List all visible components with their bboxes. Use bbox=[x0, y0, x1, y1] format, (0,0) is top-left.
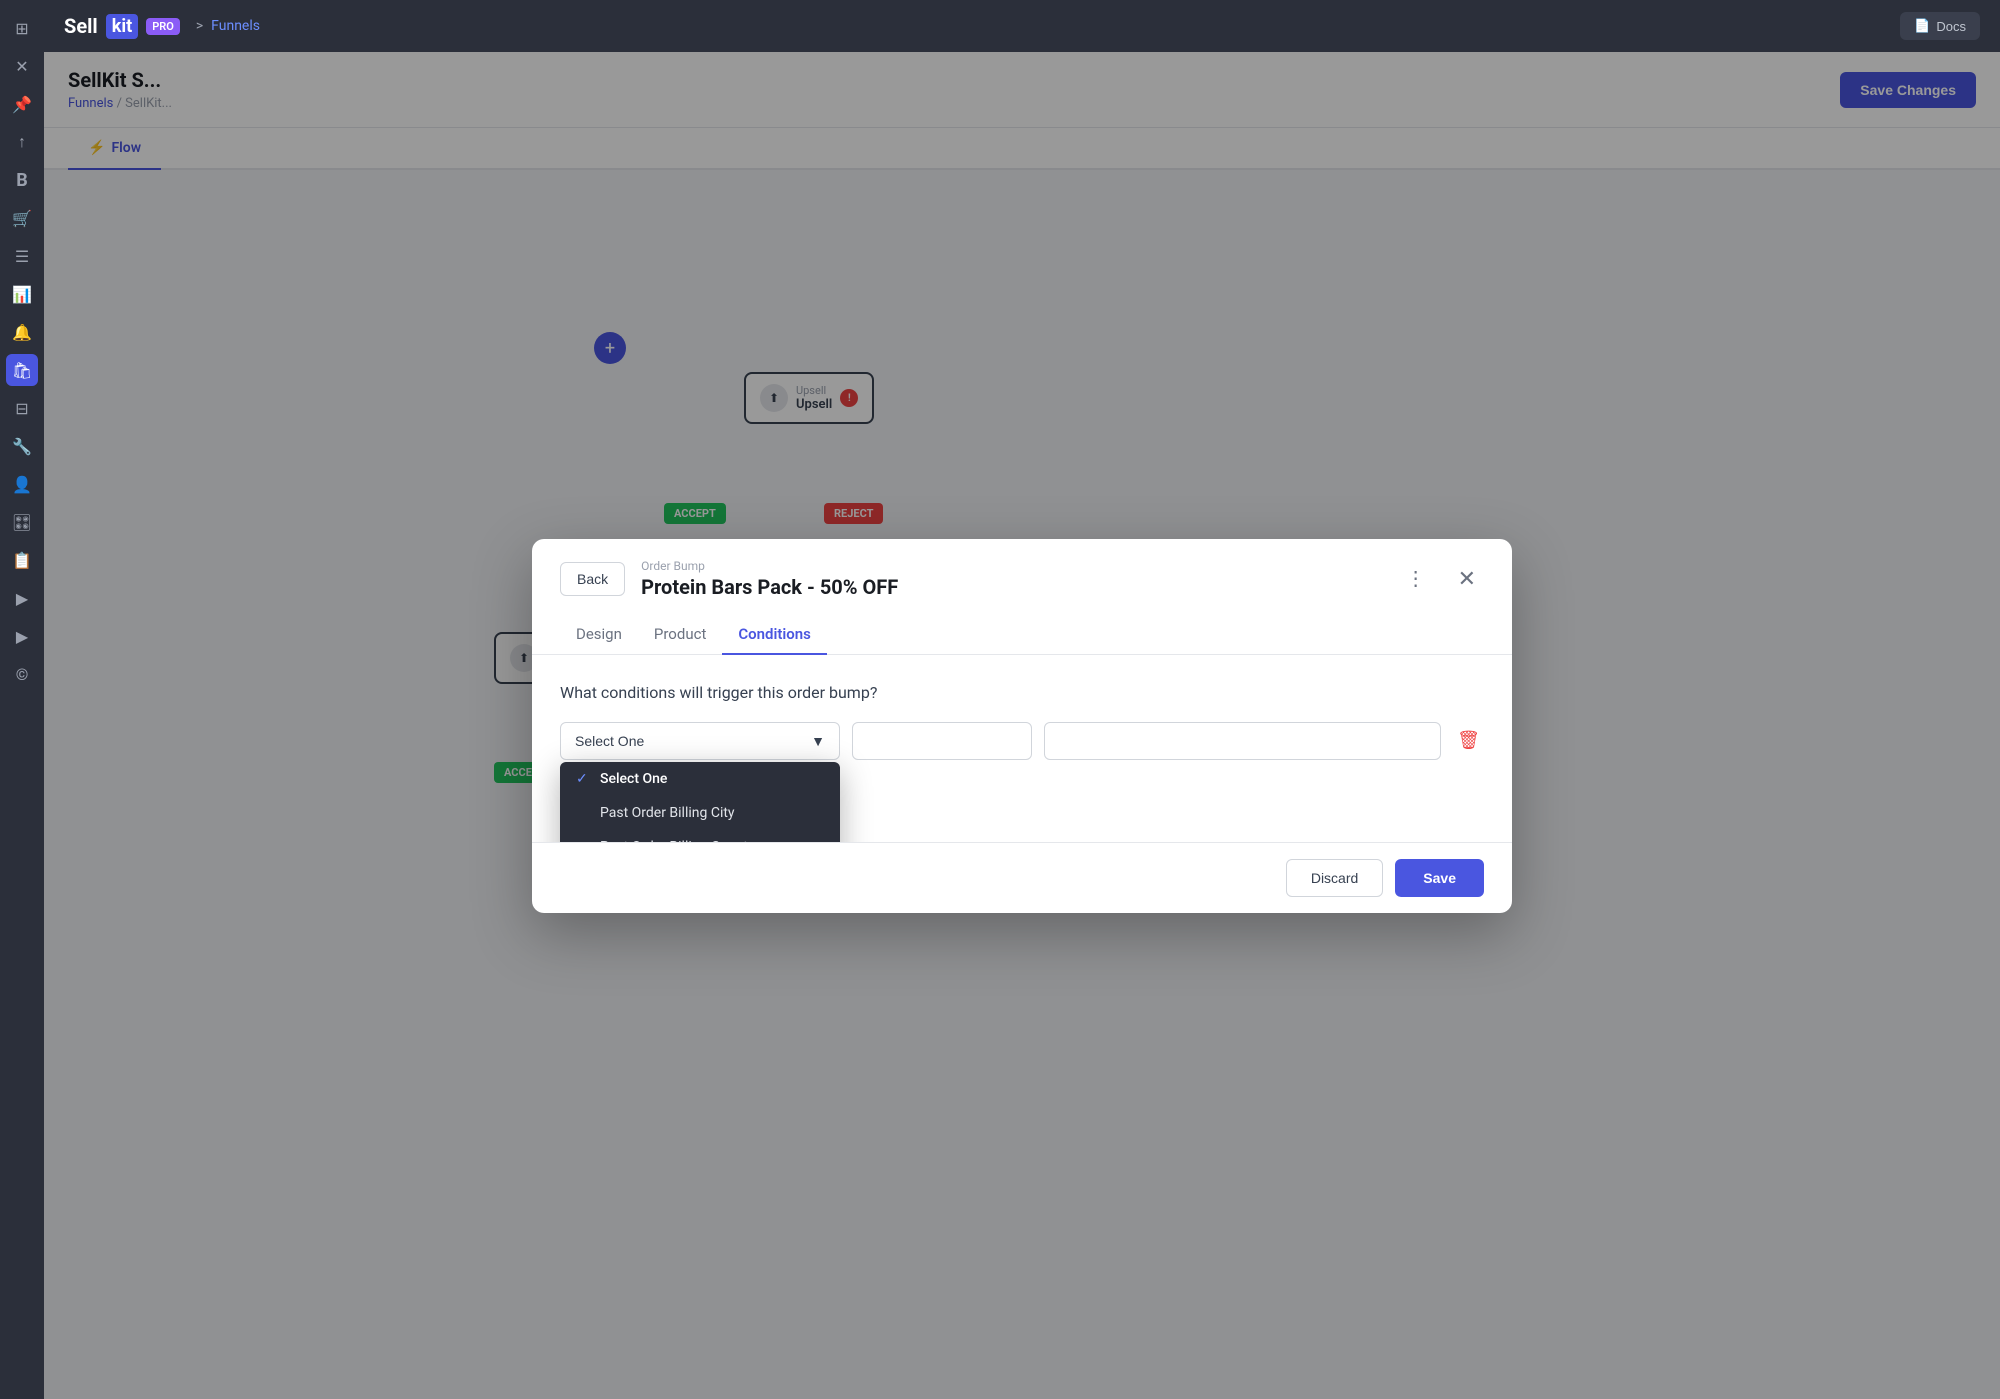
trash-icon: 🗑 bbox=[1457, 730, 1480, 750]
sidebar-icon-controls[interactable]: 🎛 bbox=[6, 506, 38, 538]
save-button[interactable]: Save bbox=[1395, 859, 1484, 897]
dropdown-chevron-icon: ▼ bbox=[811, 733, 825, 749]
modal: Back Order Bump Protein Bars Pack - 50% … bbox=[532, 539, 1512, 913]
dropdown-item-select-one[interactable]: ✓ Select One bbox=[560, 762, 840, 796]
logo-sell: Sell bbox=[64, 14, 98, 38]
app-logo: Sellkit PRO bbox=[64, 14, 180, 39]
sidebar-icon-chart[interactable]: 📊 bbox=[6, 278, 38, 310]
dropdown-selected-label: Select One bbox=[575, 733, 644, 749]
topbar: Sellkit PRO > Funnels 📄 Docs bbox=[44, 0, 2000, 52]
modal-subtitle: Order Bump bbox=[641, 559, 1381, 573]
dropdown-menu: ✓ Select One Past Order Billing City Pas… bbox=[560, 762, 840, 842]
sidebar-icon-play2[interactable]: ▶ bbox=[6, 620, 38, 652]
back-button[interactable]: Back bbox=[560, 562, 625, 596]
docs-label: Docs bbox=[1936, 19, 1966, 34]
tab-product[interactable]: Product bbox=[638, 615, 722, 655]
sidebar-icon-c[interactable]: © bbox=[6, 658, 38, 690]
sidebar: ⊞ ✕ 📌 ↑ B 🛒 ☰ 📊 🔔 🛍 ⊟ 🔧 👤 🎛 📋 ▶ ▶ © bbox=[0, 0, 44, 1399]
sidebar-icon-bell[interactable]: 🔔 bbox=[6, 316, 38, 348]
page-area: SellKit S... Funnels / SellKit... Save C… bbox=[44, 52, 2000, 1399]
discard-button[interactable]: Discard bbox=[1286, 859, 1383, 897]
sidebar-icon-circle[interactable]: ⊟ bbox=[6, 392, 38, 424]
condition-dropdown-container: Select One ▼ ✓ Select One Past Order Bil… bbox=[560, 722, 840, 760]
condition-operator-select[interactable] bbox=[852, 722, 1032, 760]
modal-header: Back Order Bump Protein Bars Pack - 50% … bbox=[532, 539, 1512, 599]
pro-badge: PRO bbox=[146, 18, 180, 35]
sidebar-icon-pin[interactable]: 📌 bbox=[6, 88, 38, 120]
dropdown-item-2[interactable]: Past Order Billing Country bbox=[560, 830, 840, 842]
check-icon: ✓ bbox=[576, 771, 592, 787]
condition-row: Select One ▼ ✓ Select One Past Order Bil… bbox=[560, 722, 1484, 760]
dropdown-item-1[interactable]: Past Order Billing City bbox=[560, 796, 840, 830]
topbar-breadcrumb: > Funnels bbox=[196, 18, 260, 34]
docs-icon: 📄 bbox=[1914, 18, 1930, 34]
tab-design[interactable]: Design bbox=[560, 615, 638, 655]
breadcrumb-funnels-link[interactable]: Funnels bbox=[211, 18, 260, 34]
topbar-right: 📄 Docs bbox=[1900, 12, 1980, 40]
docs-button[interactable]: 📄 Docs bbox=[1900, 12, 1980, 40]
delete-condition-button[interactable]: 🗑 bbox=[1453, 726, 1484, 755]
sidebar-icon-cart[interactable]: 🛒 bbox=[6, 202, 38, 234]
logo-kit: kit bbox=[106, 14, 138, 39]
dropdown-item-label-1: Past Order Billing City bbox=[600, 805, 735, 821]
conditions-question: What conditions will trigger this order … bbox=[560, 683, 1484, 702]
condition-value-input[interactable] bbox=[1044, 722, 1441, 760]
modal-body: What conditions will trigger this order … bbox=[532, 655, 1512, 842]
tab-conditions[interactable]: Conditions bbox=[722, 615, 827, 655]
sidebar-icon-b[interactable]: B bbox=[6, 164, 38, 196]
sidebar-icon-x[interactable]: ✕ bbox=[6, 50, 38, 82]
modal-footer: Discard Save bbox=[532, 842, 1512, 913]
sidebar-icon-up[interactable]: ↑ bbox=[6, 126, 38, 158]
modal-title: Protein Bars Pack - 50% OFF bbox=[641, 575, 1381, 599]
sidebar-icon-grid[interactable]: ⊞ bbox=[6, 12, 38, 44]
dropdown-item-label-0: Select One bbox=[600, 771, 667, 787]
modal-title-area: Order Bump Protein Bars Pack - 50% OFF bbox=[641, 559, 1381, 599]
sidebar-icon-menu[interactable]: ☰ bbox=[6, 240, 38, 272]
sidebar-icon-list[interactable]: 📋 bbox=[6, 544, 38, 576]
modal-close-button[interactable]: ✕ bbox=[1450, 562, 1484, 596]
sidebar-icon-bag[interactable]: 🛍 bbox=[6, 354, 38, 386]
breadcrumb-sep: > bbox=[196, 18, 203, 34]
modal-tabs: Design Product Conditions bbox=[532, 615, 1512, 655]
sidebar-icon-wrench[interactable]: 🔧 bbox=[6, 430, 38, 462]
dropdown-item-label-2: Past Order Billing Country bbox=[600, 839, 759, 842]
modal-menu-button[interactable]: ⋮ bbox=[1398, 562, 1434, 595]
sidebar-icon-play1[interactable]: ▶ bbox=[6, 582, 38, 614]
sidebar-icon-user[interactable]: 👤 bbox=[6, 468, 38, 500]
condition-dropdown-trigger[interactable]: Select One ▼ bbox=[560, 722, 840, 760]
